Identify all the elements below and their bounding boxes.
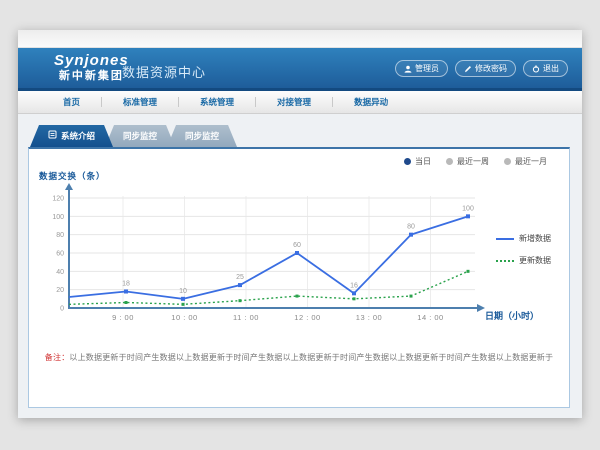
x-tick-label: 14 : 00: [417, 313, 443, 322]
radio-dot-selected-icon[interactable]: [404, 158, 411, 165]
chart-panel: 当日 最近一周 最近一月 数据交换（条） 0 20 40 60 80 100 120 9 : …: [28, 147, 570, 408]
radio-dot-icon[interactable]: [446, 158, 453, 165]
data-point-label: 25: [236, 274, 244, 281]
app-header: Synjones 新中新集团 数据资源中心 管理员 修改密码: [18, 48, 582, 88]
y-axis-arrow-icon: [65, 183, 73, 190]
nav-item-data-change[interactable]: 数据异动: [333, 96, 409, 108]
x-axis-arrow-icon: [477, 304, 485, 312]
x-tick-label: 9 : 00: [112, 313, 134, 322]
y-tick-label: 80: [56, 232, 64, 239]
series-line: [69, 271, 468, 304]
y-tick-label: 40: [56, 269, 64, 276]
data-point[interactable]: [124, 290, 128, 294]
radio-last-week[interactable]: 最近一周: [446, 156, 489, 167]
radio-today[interactable]: 当日: [404, 156, 431, 167]
data-point-label: 16: [350, 282, 358, 289]
legend-line-solid-icon: [496, 238, 514, 240]
data-point[interactable]: [466, 214, 470, 218]
change-password-label: 修改密码: [475, 63, 507, 74]
user-button-label: 管理员: [415, 63, 439, 74]
data-point[interactable]: [182, 303, 185, 306]
data-point[interactable]: [125, 301, 128, 304]
user-button[interactable]: 管理员: [395, 60, 448, 77]
legend-label: 更新数据: [519, 255, 551, 266]
radio-label: 最近一周: [457, 156, 489, 167]
nav-item-system-mgmt[interactable]: 系统管理: [179, 96, 255, 108]
data-point[interactable]: [296, 295, 299, 298]
footnote-label: 备注：: [45, 353, 70, 362]
data-point-label: 10: [179, 288, 187, 295]
time-range-filter: 当日 最近一周 最近一月: [404, 156, 547, 167]
data-point-label: 18: [122, 281, 130, 288]
change-password-button[interactable]: 修改密码: [455, 60, 516, 77]
x-tick-label: 10 : 00: [171, 313, 197, 322]
data-point[interactable]: [410, 295, 413, 298]
y-tick-label: 20: [56, 287, 64, 294]
legend-line-dotted-icon: [496, 260, 514, 262]
radio-label: 当日: [415, 156, 431, 167]
legend-label: 新增数据: [519, 233, 551, 244]
tab-sync-monitor-2[interactable]: 同步监控: [167, 125, 237, 147]
y-axis-title: 数据交换（条）: [39, 170, 106, 182]
user-icon: [404, 65, 412, 73]
data-point-label: 100: [462, 205, 474, 212]
screenshot-root: Synjones 新中新集团 数据资源中心 管理员 修改密码: [0, 0, 600, 450]
tab-label: 系统介绍: [61, 125, 95, 147]
data-point[interactable]: [409, 233, 413, 237]
tab-label: 同步监控: [123, 131, 157, 141]
y-tick-label: 100: [52, 214, 64, 221]
data-point[interactable]: [295, 251, 299, 255]
document-icon: [48, 125, 57, 147]
y-tick-label: 120: [52, 196, 64, 203]
radio-dot-icon[interactable]: [504, 158, 511, 165]
nav-item-standard-mgmt[interactable]: 标准管理: [102, 96, 178, 108]
x-tick-label: 13 : 00: [356, 313, 382, 322]
data-point-label: 60: [293, 242, 301, 249]
footnote-text: 以上数据更新于时间产生数据以上数据更新于时间产生数据以上数据更新于时间产生数据以…: [69, 353, 553, 362]
nav-item-home[interactable]: 首页: [42, 96, 101, 108]
data-point[interactable]: [181, 297, 185, 301]
logout-label: 退出: [543, 63, 559, 74]
x-tick-label: 12 : 00: [294, 313, 320, 322]
page-title: 数据资源中心: [122, 62, 206, 81]
logo-text-en: Synjones: [54, 53, 129, 70]
power-icon: [532, 65, 540, 73]
content-area: 系统介绍 同步监控 同步监控 当日 最近一周: [18, 114, 582, 418]
edit-icon: [464, 65, 472, 73]
data-point[interactable]: [352, 291, 356, 295]
data-point[interactable]: [467, 270, 470, 273]
radio-last-month[interactable]: 最近一月: [504, 156, 547, 167]
logout-button[interactable]: 退出: [523, 60, 568, 77]
line-chart: 0 20 40 60 80 100 120 9 : 00 10 : 00 11 : 00 12 : …: [49, 182, 509, 330]
tab-label: 同步监控: [185, 131, 219, 141]
header-actions: 管理员 修改密码 退出: [395, 60, 568, 77]
logo-text-cn: 新中新集团: [54, 70, 129, 82]
footnote: 备注：以上数据更新于时间产生数据以上数据更新于时间产生数据以上数据更新于时间产生…: [29, 352, 569, 363]
data-point[interactable]: [238, 283, 242, 287]
main-nav: 首页 标准管理 系统管理 对接管理 数据异动: [18, 91, 582, 114]
company-logo: Synjones 新中新集团: [54, 53, 129, 82]
nav-item-interface-mgmt[interactable]: 对接管理: [256, 96, 332, 108]
y-tick-label: 0: [60, 306, 64, 313]
chart-legend: 新增数据 更新数据: [496, 233, 551, 266]
page-window: Synjones 新中新集团 数据资源中心 管理员 修改密码: [18, 30, 582, 418]
x-axis-title: 日期（小时）: [485, 309, 539, 322]
page-top-strip: [18, 30, 582, 48]
data-point[interactable]: [239, 299, 242, 302]
data-point[interactable]: [353, 297, 356, 300]
data-point-label: 80: [407, 224, 415, 231]
x-tick-label: 11 : 00: [233, 313, 259, 322]
y-tick-label: 60: [56, 251, 64, 258]
legend-item-update-data[interactable]: 更新数据: [496, 255, 551, 266]
legend-item-new-data[interactable]: 新增数据: [496, 233, 551, 244]
radio-label: 最近一月: [515, 156, 547, 167]
tab-sync-monitor-1[interactable]: 同步监控: [105, 125, 175, 147]
tab-bar: 系统介绍 同步监控 同步监控: [30, 125, 237, 147]
tab-system-intro[interactable]: 系统介绍: [30, 125, 113, 147]
